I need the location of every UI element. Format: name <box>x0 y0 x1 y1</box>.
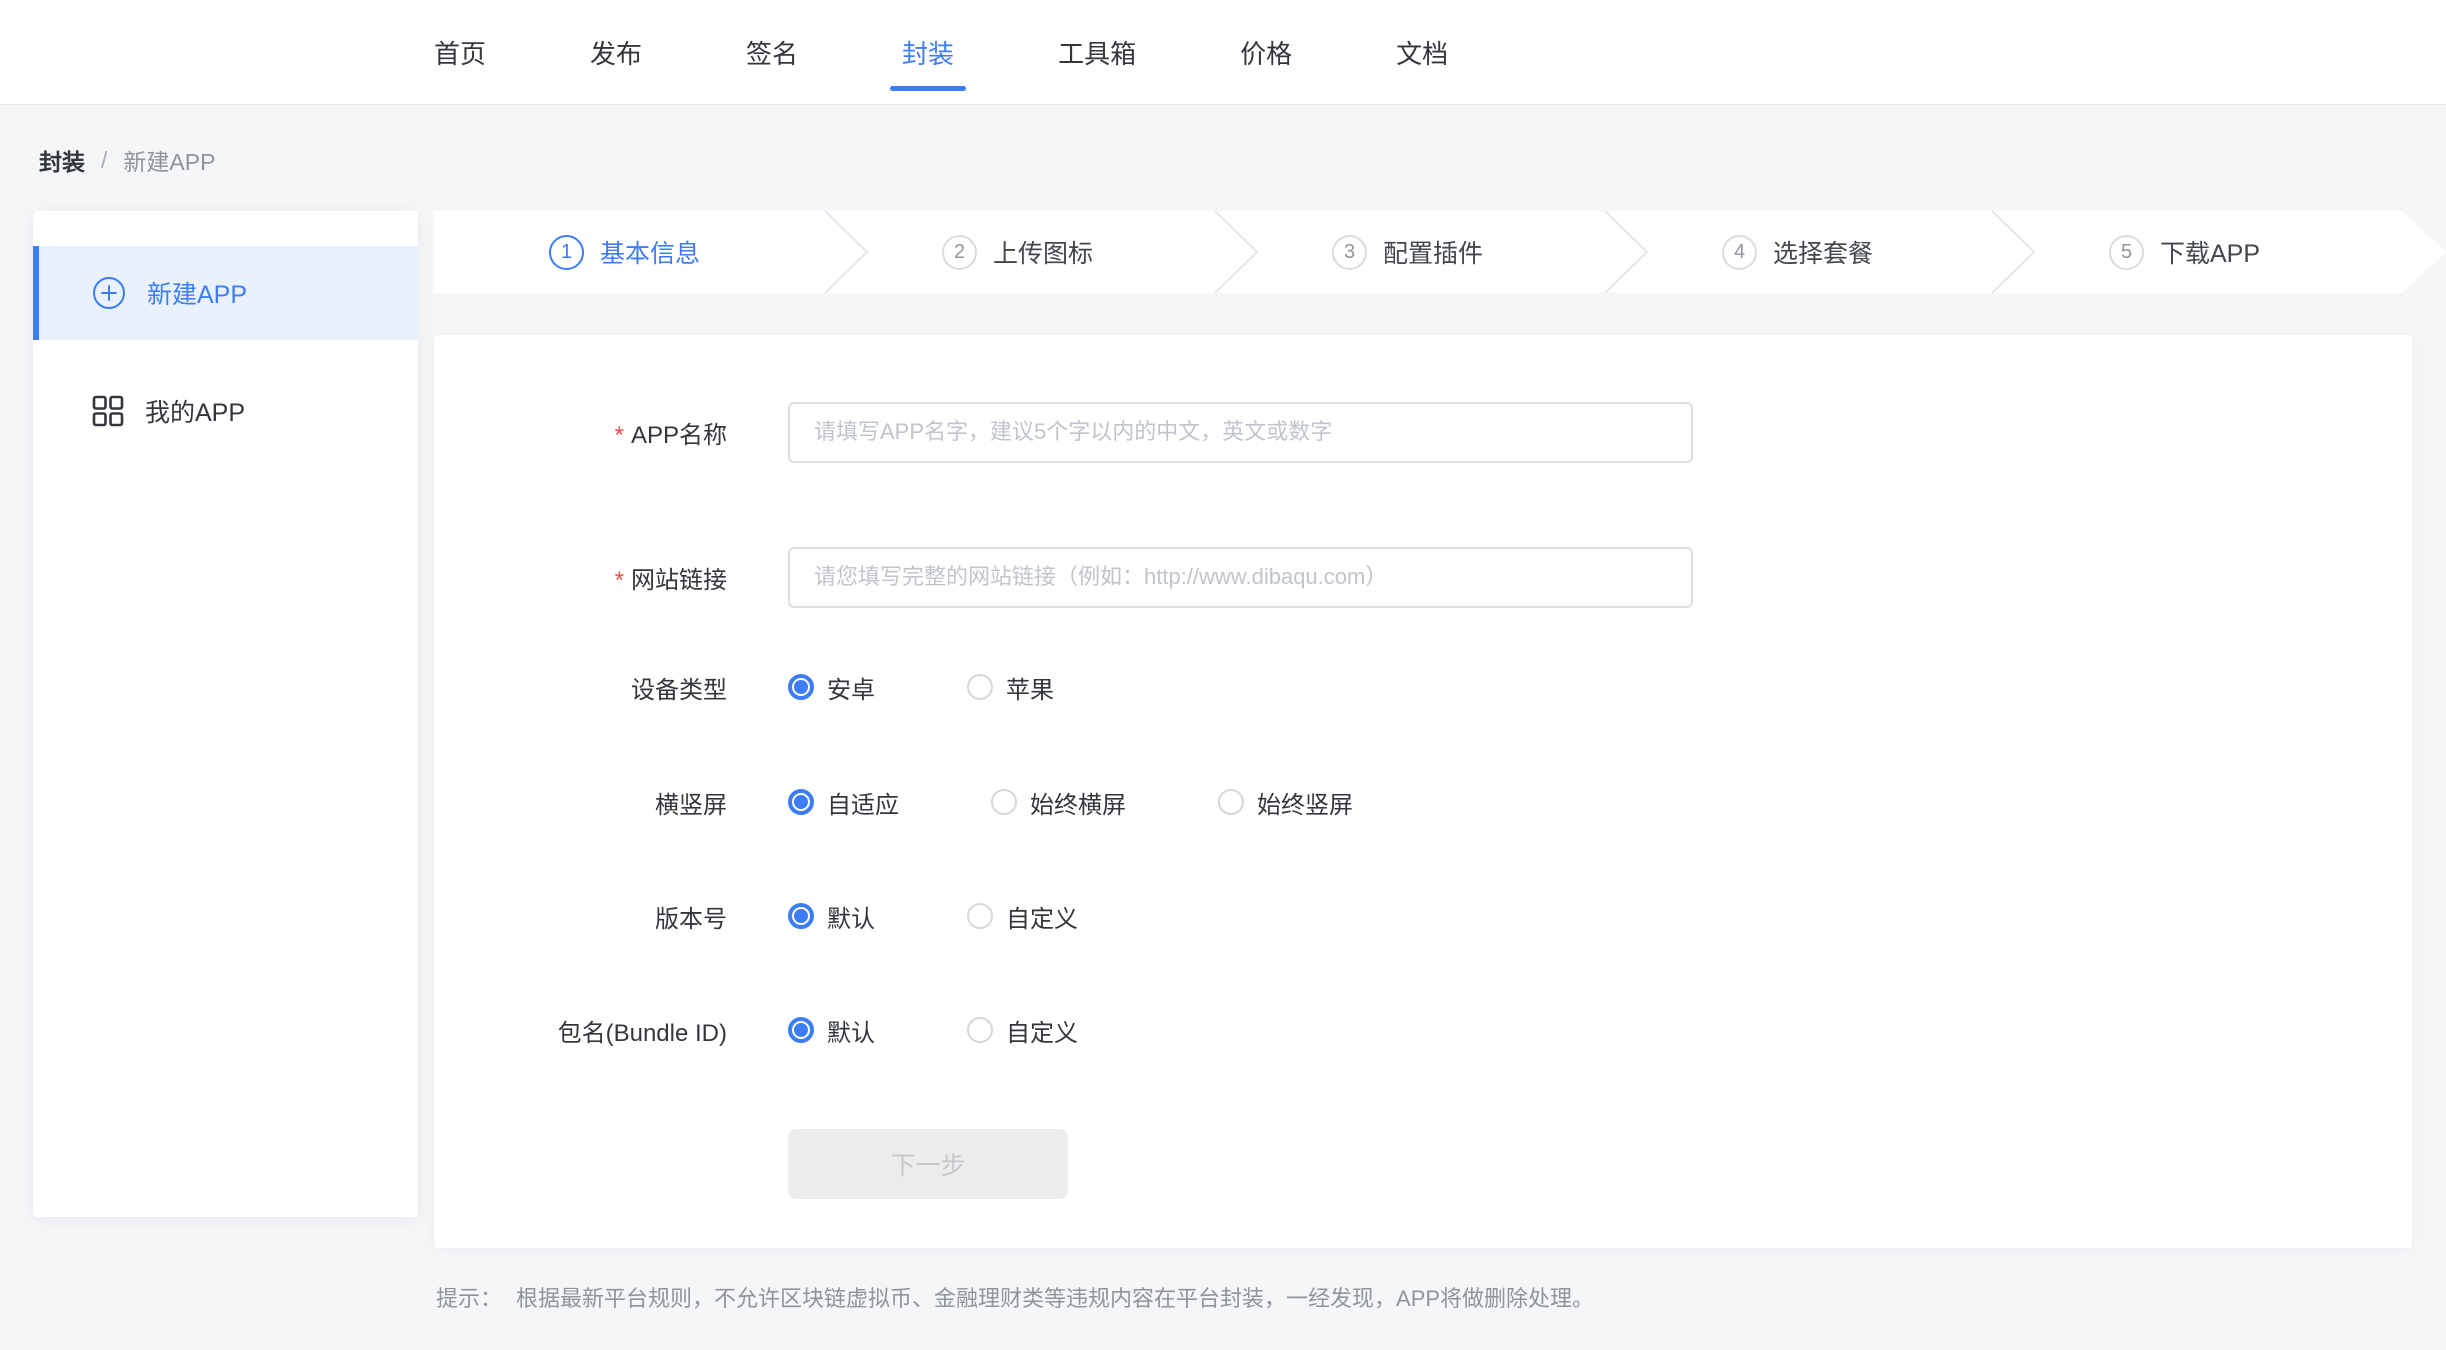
radio-bundle-default[interactable]: 默认 <box>788 1013 875 1048</box>
radio-ios[interactable]: 苹果 <box>967 670 1054 705</box>
radio-label: 自定义 <box>1006 1013 1078 1048</box>
site-url-row: *网站链接 <box>434 546 2412 608</box>
active-tab-underline <box>890 86 966 91</box>
bundle-id-row: 包名(Bundle ID) 默认 自定义 <box>434 999 2412 1061</box>
site-url-input[interactable] <box>788 547 1693 608</box>
version-row: 版本号 默认 自定义 <box>434 885 2412 947</box>
radio-label: 默认 <box>827 899 875 934</box>
radio-android[interactable]: 安卓 <box>788 670 875 705</box>
radio-orientation-landscape[interactable]: 始终横屏 <box>991 785 1126 820</box>
radio-label: 默认 <box>827 1013 875 1048</box>
radio-unselected-icon <box>1218 789 1244 815</box>
required-asterisk: * <box>615 567 624 594</box>
next-step-button[interactable]: 下一步 <box>788 1129 1068 1199</box>
step-number-badge: 2 <box>942 235 977 270</box>
nav-tab-sign[interactable]: 签名 <box>746 30 798 75</box>
breadcrumb-current: 新建APP <box>123 143 215 177</box>
step-label: 上传图标 <box>993 234 1093 270</box>
step-label: 选择套餐 <box>1773 234 1873 270</box>
radio-orientation-portrait[interactable]: 始终竖屏 <box>1218 785 1353 820</box>
breadcrumb-root[interactable]: 封装 <box>39 143 85 177</box>
radio-unselected-icon <box>967 903 993 929</box>
platform-rule-tip: 提示： 根据最新平台规则，不允许区块链虚拟币、金融理财类等违规内容在平台封装，一… <box>436 1281 1594 1313</box>
app-name-row: *APP名称 <box>434 401 2412 463</box>
radio-label: 安卓 <box>827 670 875 705</box>
plus-circle-icon <box>91 275 127 311</box>
sidebar-item-my-apps[interactable]: 我的APP <box>33 364 418 458</box>
step-label: 基本信息 <box>600 234 700 270</box>
app-name-input[interactable] <box>788 402 1693 463</box>
step-number-badge: 3 <box>1332 235 1367 270</box>
step-configure-plugins: 3 配置插件 <box>1332 211 1483 293</box>
radio-selected-icon <box>788 903 814 929</box>
radio-label: 苹果 <box>1006 670 1054 705</box>
radio-selected-icon <box>788 674 814 700</box>
nav-tab-package-label: 封装 <box>902 39 954 69</box>
radio-unselected-icon <box>991 789 1017 815</box>
required-asterisk: * <box>615 422 624 449</box>
step-wizard: 1 基本信息 2 上传图标 3 配置插件 4 选择套餐 5 下载APP <box>434 211 2446 293</box>
step-label: 配置插件 <box>1383 234 1483 270</box>
radio-bundle-custom[interactable]: 自定义 <box>967 1013 1078 1048</box>
grid-icon <box>91 394 125 428</box>
step-download-app: 5 下载APP <box>2109 211 2260 293</box>
bundle-id-label: 包名(Bundle ID) <box>434 1013 727 1048</box>
radio-label: 自定义 <box>1006 899 1078 934</box>
step-number-badge: 5 <box>2109 235 2144 270</box>
site-url-label: *网站链接 <box>434 560 727 595</box>
breadcrumb: 封装 / 新建APP <box>39 143 215 177</box>
breadcrumb-separator: / <box>101 147 107 174</box>
orientation-row: 横竖屏 自适应 始终横屏 始终竖屏 <box>434 771 2412 833</box>
radio-label: 始终竖屏 <box>1257 785 1353 820</box>
nav-tab-publish[interactable]: 发布 <box>590 30 642 75</box>
step-choose-plan: 4 选择套餐 <box>1722 211 1873 293</box>
nav-tab-pricing[interactable]: 价格 <box>1240 30 1292 75</box>
step-basic-info: 1 基本信息 <box>549 211 700 293</box>
step-separator-chevron-icon <box>1213 211 1259 293</box>
device-type-row: 设备类型 安卓 苹果 <box>434 656 2412 718</box>
top-nav: 首页 发布 签名 封装 工具箱 价格 文档 <box>0 0 2446 105</box>
nav-tab-toolbox[interactable]: 工具箱 <box>1058 30 1136 75</box>
sidebar: 新建APP 我的APP <box>33 211 418 1217</box>
step-label: 下载APP <box>2160 234 2260 270</box>
sidebar-item-label: 新建APP <box>147 275 247 311</box>
step-separator-chevron-icon <box>1990 211 2036 293</box>
radio-orientation-auto[interactable]: 自适应 <box>788 785 899 820</box>
step-number-badge: 1 <box>549 235 584 270</box>
orientation-label: 横竖屏 <box>434 785 727 820</box>
nav-tab-package[interactable]: 封装 <box>902 30 954 75</box>
version-label: 版本号 <box>434 899 727 934</box>
tip-prefix: 提示： <box>436 1281 502 1313</box>
step-upload-icon: 2 上传图标 <box>942 211 1093 293</box>
app-name-label: *APP名称 <box>434 415 727 450</box>
nav-tab-docs[interactable]: 文档 <box>1396 30 1448 75</box>
radio-selected-icon <box>788 1017 814 1043</box>
radio-selected-icon <box>788 789 814 815</box>
radio-label: 自适应 <box>827 785 899 820</box>
radio-unselected-icon <box>967 1017 993 1043</box>
radio-version-default[interactable]: 默认 <box>788 899 875 934</box>
new-app-form-card: *APP名称 *网站链接 设备类型 安卓 <box>434 335 2412 1248</box>
radio-version-custom[interactable]: 自定义 <box>967 899 1078 934</box>
sidebar-item-label: 我的APP <box>145 393 245 429</box>
radio-label: 始终横屏 <box>1030 785 1126 820</box>
radio-unselected-icon <box>967 674 993 700</box>
sidebar-item-new-app[interactable]: 新建APP <box>33 246 418 340</box>
step-number-badge: 4 <box>1722 235 1757 270</box>
tip-text: 根据最新平台规则，不允许区块链虚拟币、金融理财类等违规内容在平台封装，一经发现，… <box>516 1281 1594 1313</box>
device-type-label: 设备类型 <box>434 670 727 705</box>
app-packaging-page: 首页 发布 签名 封装 工具箱 价格 文档 封装 / 新建APP 新建APP <box>0 0 2446 1350</box>
step-separator-chevron-icon <box>823 211 869 293</box>
nav-tab-home[interactable]: 首页 <box>434 30 486 75</box>
step-separator-chevron-icon <box>1603 211 1649 293</box>
